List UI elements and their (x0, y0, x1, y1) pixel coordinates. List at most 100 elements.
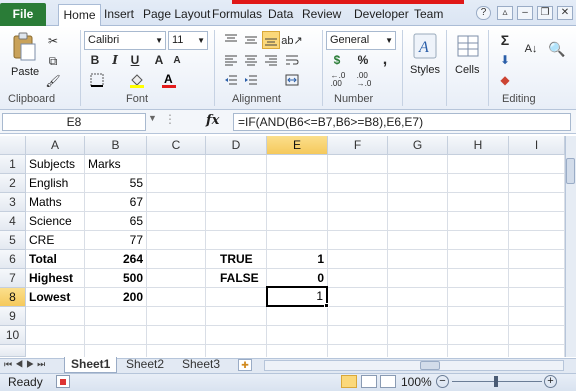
shrink-font-icon[interactable]: A (168, 51, 186, 69)
insert-sheet-icon[interactable]: ✚ (238, 359, 252, 371)
horizontal-scrollbar[interactable] (264, 360, 564, 371)
macro-record-icon[interactable] (56, 375, 70, 388)
zoom-in-icon[interactable]: + (544, 375, 557, 388)
insert-function-button[interactable]: fx (206, 113, 219, 128)
italic-button[interactable]: I (106, 51, 124, 69)
horizontal-scroll-thumb[interactable] (420, 361, 440, 370)
zoom-out-icon[interactable]: − (436, 375, 449, 388)
row-header[interactable]: 4 (0, 212, 26, 231)
increase-indent-icon[interactable] (242, 71, 260, 89)
merge-center-icon[interactable] (283, 71, 301, 89)
row-header[interactable]: 10 (0, 326, 26, 345)
autosum-icon[interactable]: Σ (496, 31, 514, 49)
cell-b6[interactable]: 264 (85, 250, 146, 269)
find-select-icon[interactable]: 🔍 (546, 36, 568, 62)
column-header-c[interactable]: C (147, 136, 206, 155)
window-minimize-icon[interactable]: – (517, 6, 533, 20)
grow-font-icon[interactable]: A (150, 51, 168, 69)
row-header[interactable]: 9 (0, 307, 26, 326)
tab-team[interactable]: Team (414, 6, 443, 22)
normal-view-icon[interactable] (341, 375, 357, 388)
cell-b2[interactable]: 55 (85, 174, 146, 193)
cells-icon[interactable] (456, 32, 480, 60)
styles-icon[interactable]: A (412, 32, 438, 60)
name-box[interactable]: E8 (2, 113, 146, 131)
sheet-tab-sheet3[interactable]: Sheet3 (176, 357, 226, 373)
decrease-indent-icon[interactable] (222, 71, 240, 89)
cell-b4[interactable]: 65 (85, 212, 146, 231)
align-middle-icon[interactable] (242, 31, 260, 49)
column-header-f[interactable]: F (328, 136, 388, 155)
name-box-dropdown-icon[interactable]: ▼ (148, 113, 157, 123)
column-header-b[interactable]: B (85, 136, 147, 155)
clear-icon[interactable]: ◆ (496, 71, 514, 89)
help-icon[interactable]: ? (476, 6, 491, 20)
sheet-nav-arrows-icon[interactable]: ⏮◀▶⏭ (4, 359, 48, 370)
cells-label[interactable]: Cells (455, 64, 479, 76)
column-header-g[interactable]: G (388, 136, 448, 155)
cell-e6[interactable]: 1 (267, 250, 327, 269)
row-header[interactable]: 2 (0, 174, 26, 193)
cell-b3[interactable]: 67 (85, 193, 146, 212)
tab-developer[interactable]: Developer (354, 6, 409, 22)
tab-formulas[interactable]: Formulas (212, 6, 262, 22)
tab-home[interactable]: Home (58, 4, 101, 27)
percent-icon[interactable]: % (354, 51, 372, 69)
cell-a1[interactable]: Subjects (26, 155, 84, 174)
cut-icon[interactable]: ✂ (44, 32, 62, 50)
borders-icon[interactable] (88, 71, 106, 89)
fill-color-icon[interactable] (128, 71, 146, 89)
row-header[interactable] (0, 345, 26, 357)
page-layout-view-icon[interactable] (361, 375, 377, 388)
column-header-e[interactable]: E (267, 136, 328, 155)
align-bottom-icon[interactable] (262, 31, 280, 49)
row-header[interactable]: 3 (0, 193, 26, 212)
currency-icon[interactable]: $ (328, 51, 346, 69)
decrease-decimal-icon[interactable]: .00 →.0 (354, 71, 374, 89)
active-cell-e8[interactable]: 1 (266, 286, 328, 307)
row-header[interactable]: 5 (0, 231, 26, 250)
cell-b8[interactable]: 200 (85, 288, 146, 307)
orientation-icon[interactable]: ab↗ (281, 31, 302, 49)
column-header-i[interactable]: I (509, 136, 565, 155)
tab-review[interactable]: Review (302, 6, 341, 22)
copy-icon[interactable]: ⧉ (44, 52, 62, 70)
cell-a4[interactable]: Science (26, 212, 84, 231)
select-all-corner[interactable] (0, 136, 26, 155)
cell-a2[interactable]: English (26, 174, 84, 193)
tab-data[interactable]: Data (268, 6, 293, 22)
file-tab[interactable]: File (0, 3, 46, 26)
sort-filter-icon[interactable]: A↓ (520, 36, 542, 62)
cell-b1[interactable]: Marks (85, 155, 146, 174)
align-center-icon[interactable] (242, 51, 260, 69)
bold-button[interactable]: B (86, 51, 104, 69)
tab-page-layout[interactable]: Page Layout (143, 6, 210, 22)
font-color-icon[interactable]: A (160, 71, 178, 89)
styles-label[interactable]: Styles (410, 64, 440, 76)
cell-a5[interactable]: CRE (26, 231, 84, 250)
column-header-d[interactable]: D (206, 136, 267, 155)
number-format-dropdown[interactable]: General ▼ (326, 31, 396, 50)
cell-d7[interactable]: FALSE (206, 269, 266, 288)
fill-handle[interactable] (324, 303, 329, 308)
cell-d6[interactable]: TRUE (206, 250, 266, 269)
underline-button[interactable]: U (126, 51, 144, 69)
wrap-text-icon[interactable] (283, 51, 301, 69)
format-painter-icon[interactable]: 🖌 (44, 72, 62, 90)
ribbon-minimize-icon[interactable]: ▵ (497, 6, 513, 20)
row-header[interactable]: 1 (0, 155, 26, 174)
align-top-icon[interactable] (222, 31, 240, 49)
window-close-icon[interactable]: ✕ (557, 6, 573, 20)
comma-style-icon[interactable]: , (376, 51, 394, 69)
window-restore-icon[interactable]: ❐ (537, 6, 553, 20)
zoom-level[interactable]: 100% (401, 375, 432, 389)
row-header[interactable]: 6 (0, 250, 26, 269)
zoom-slider-thumb[interactable] (494, 376, 498, 387)
font-name-dropdown[interactable]: Calibri ▼ (84, 31, 166, 50)
formula-input[interactable]: =IF(AND(B6<=B7,B6>=B8),E6,E7) (233, 113, 571, 131)
cell-a6[interactable]: Total (26, 250, 84, 269)
sheet-tab-sheet2[interactable]: Sheet2 (120, 357, 170, 373)
row-header[interactable]: 7 (0, 269, 26, 288)
cell-a8[interactable]: Lowest (26, 288, 84, 307)
fill-icon[interactable]: ⬇ (496, 51, 514, 69)
